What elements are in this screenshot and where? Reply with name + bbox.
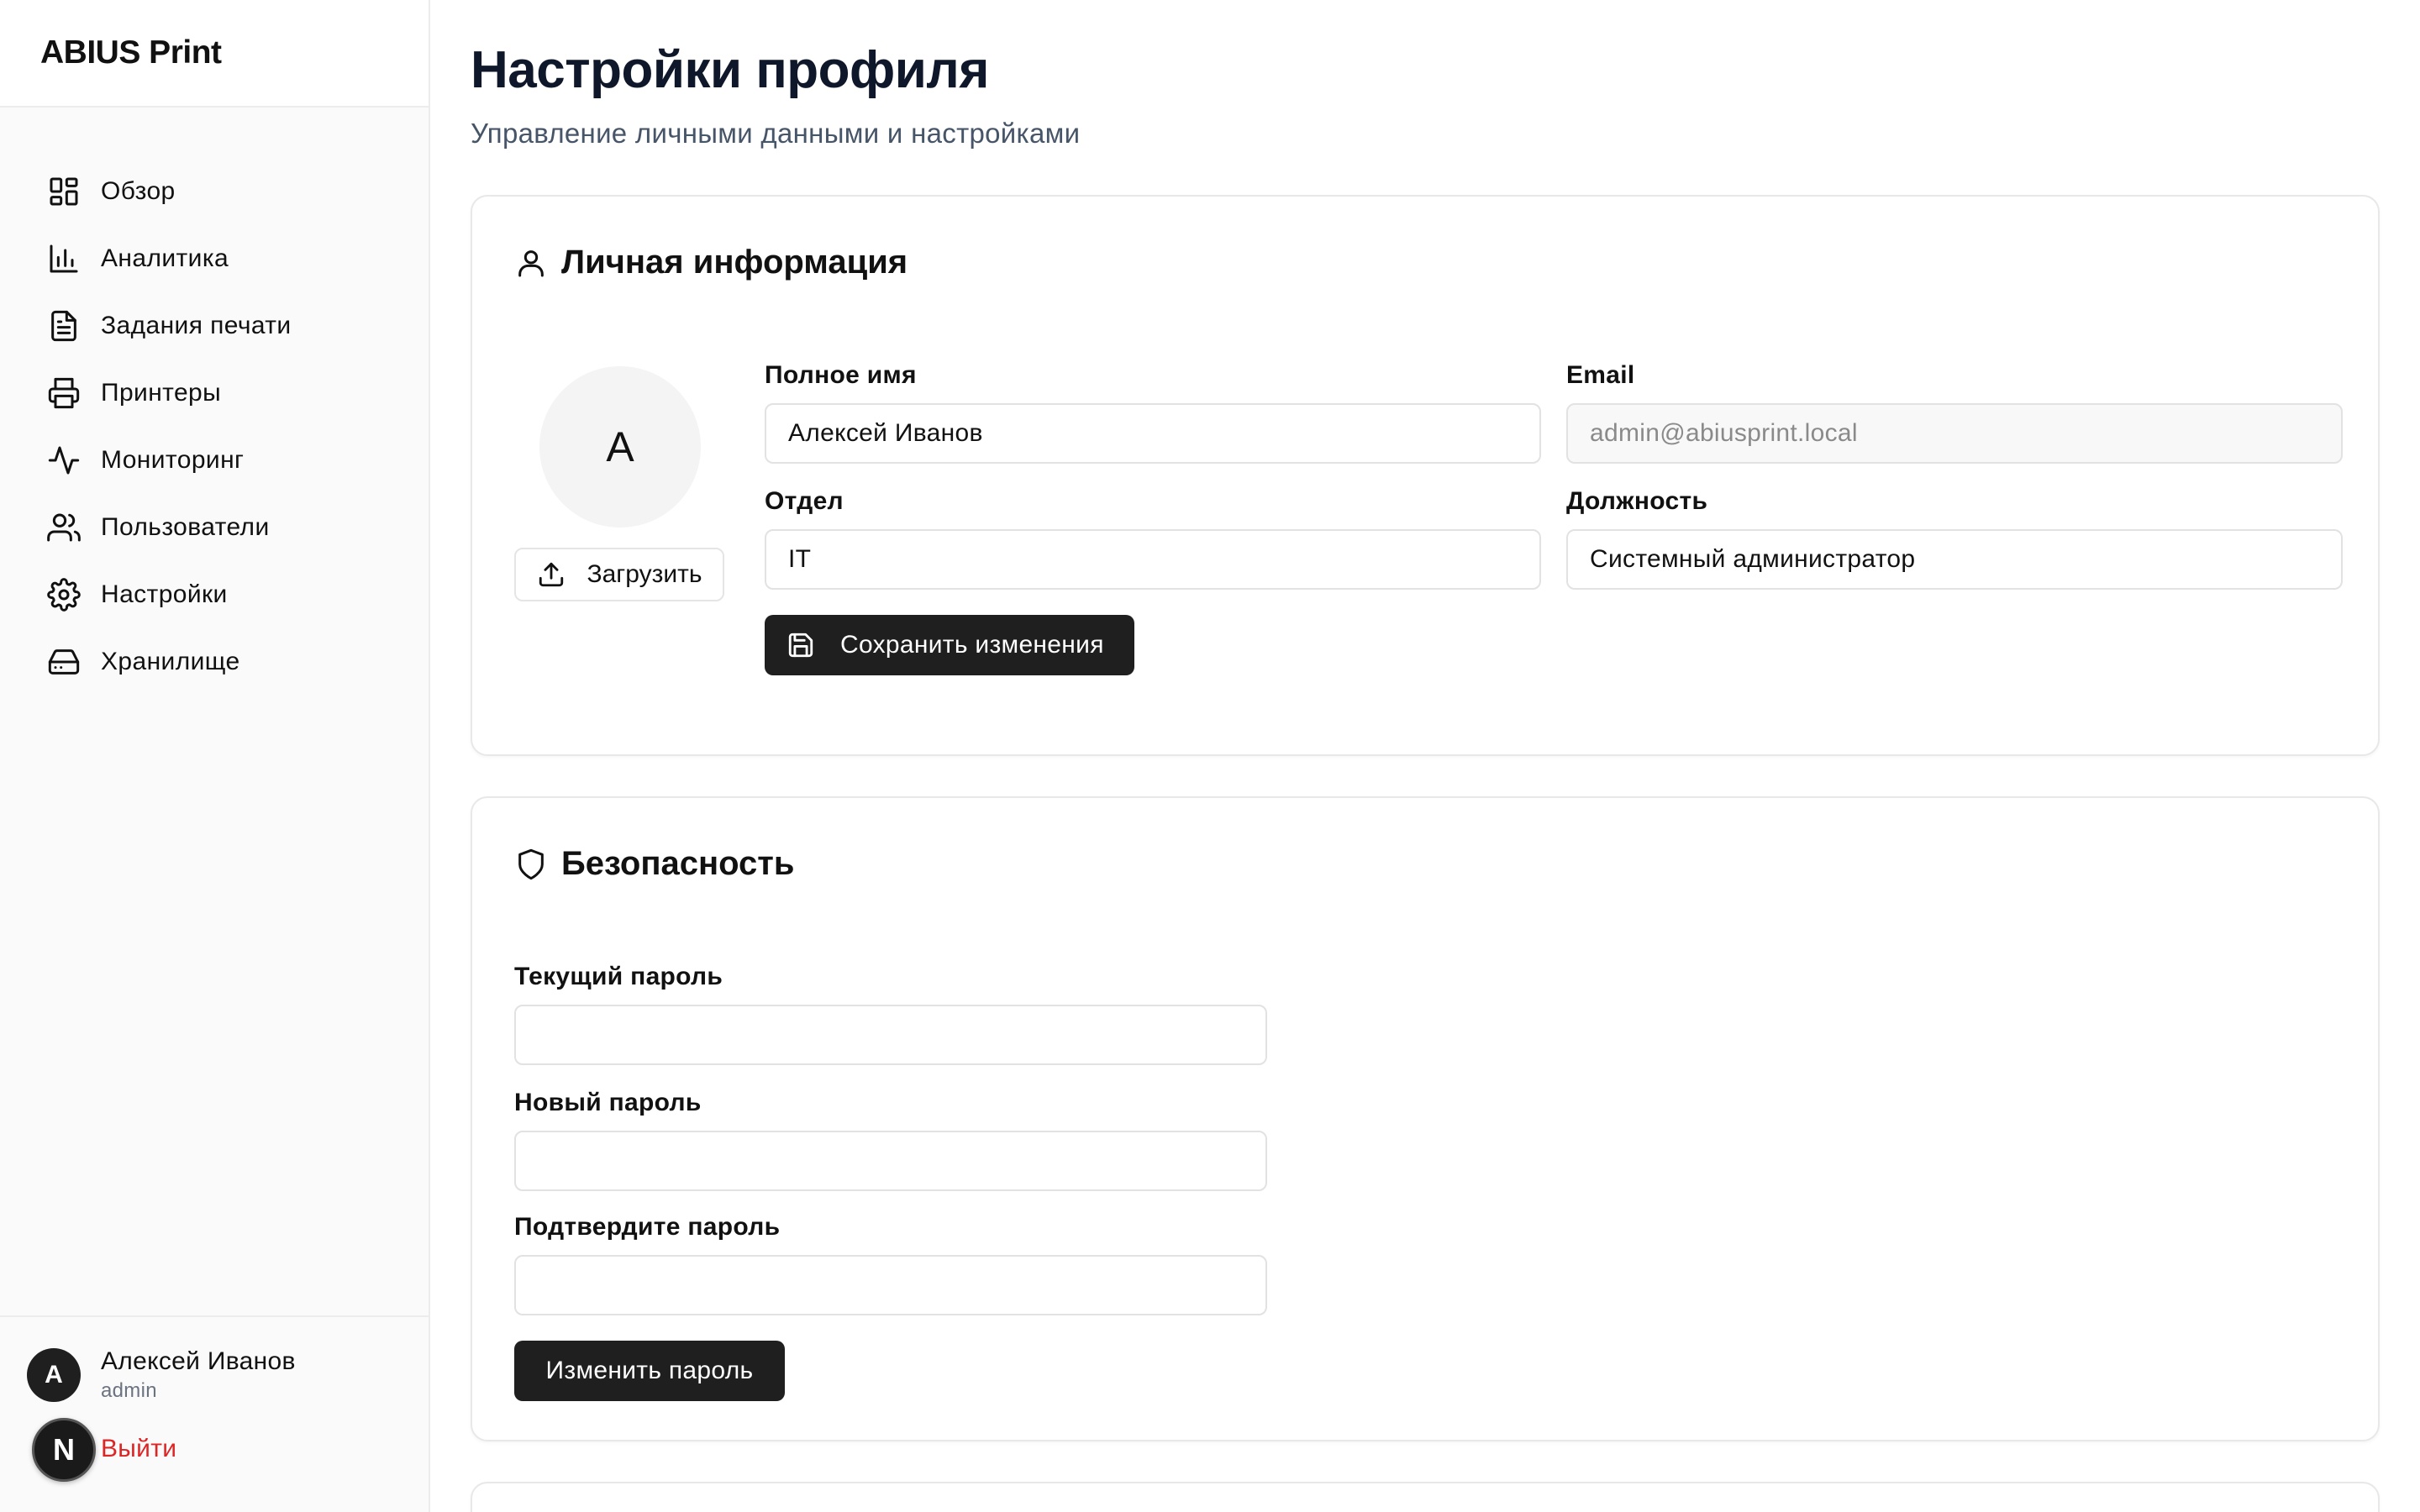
department-input[interactable] <box>765 529 1541 590</box>
sidebar-item-print-jobs[interactable]: Задания печати <box>47 292 429 360</box>
new-password-input[interactable] <box>514 1131 1267 1191</box>
dashboard-icon <box>47 175 81 208</box>
email-input[interactable] <box>1566 403 2343 464</box>
sidebar-nav: Обзор Аналитика Задания печати Принтеры … <box>0 108 429 696</box>
activity-icon <box>47 444 81 477</box>
sidebar-item-label: Мониторинг <box>101 446 245 474</box>
n-logo-icon[interactable]: N <box>32 1418 96 1482</box>
sidebar-footer: A Алексей Иванов admin N Выйти <box>0 1315 429 1512</box>
upload-button[interactable]: Загрузить <box>514 548 724 601</box>
sidebar-item-storage[interactable]: Хранилище <box>47 628 429 696</box>
card-header: Личная информация <box>514 244 908 281</box>
save-icon <box>788 633 813 658</box>
user-name: Алексей Иванов <box>101 1347 296 1375</box>
card-header: Безопасность <box>514 845 794 883</box>
email-label: Email <box>1566 361 1635 389</box>
save-label: Сохранить изменения <box>840 631 1104 659</box>
brand-logo[interactable]: ABIUS Print <box>40 34 222 71</box>
sidebar-item-users[interactable]: Пользователи <box>47 494 429 561</box>
card-title: Безопасность <box>561 845 795 882</box>
sidebar-item-overview[interactable]: Обзор <box>47 158 429 225</box>
users-icon <box>47 511 81 544</box>
sidebar-item-label: Хранилище <box>101 648 240 675</box>
full-name-input[interactable] <box>765 403 1541 464</box>
profile-avatar: A <box>539 366 701 528</box>
file-text-icon <box>47 309 81 343</box>
personal-info-card: Личная информация A Загрузить Полное имя… <box>471 195 2380 756</box>
sidebar-item-printers[interactable]: Принтеры <box>47 360 429 427</box>
confirm-password-label: Подтвердите пароль <box>514 1213 781 1241</box>
upload-label: Загрузить <box>587 560 702 588</box>
avatar: A <box>27 1348 81 1402</box>
sidebar-item-label: Обзор <box>101 177 176 205</box>
user-info: Алексей Иванов admin <box>101 1347 296 1403</box>
sidebar-item-monitoring[interactable]: Мониторинг <box>47 427 429 494</box>
change-password-button[interactable]: Изменить пароль <box>514 1341 785 1401</box>
sidebar: ABIUS Print Обзор Аналитика Задания печа… <box>0 0 430 1512</box>
save-changes-button[interactable]: Сохранить изменения <box>765 615 1134 675</box>
position-input[interactable] <box>1566 529 2343 590</box>
sidebar-item-label: Пользователи <box>101 513 270 541</box>
logout-link[interactable]: Выйти <box>101 1435 176 1463</box>
sidebar-item-label: Задания печати <box>101 312 292 339</box>
full-name-label: Полное имя <box>765 361 917 389</box>
new-password-label: Новый пароль <box>514 1089 702 1116</box>
sidebar-item-settings[interactable]: Настройки <box>47 561 429 628</box>
main-content: Настройки профиля Управление личными дан… <box>471 0 2380 1512</box>
department-label: Отдел <box>765 487 844 515</box>
bar-chart-icon <box>47 242 81 276</box>
sidebar-item-analytics[interactable]: Аналитика <box>47 225 429 292</box>
upload-icon <box>539 562 563 587</box>
confirm-password-input[interactable] <box>514 1255 1267 1315</box>
page-title: Настройки профиля <box>471 41 989 99</box>
hard-drive-icon <box>47 645 81 679</box>
security-card: Безопасность Текущий пароль Новый пароль… <box>471 796 2380 1441</box>
current-password-input[interactable] <box>514 1005 1267 1065</box>
current-password-label: Текущий пароль <box>514 963 723 990</box>
printer-icon <box>47 376 81 410</box>
next-card <box>471 1482 2380 1512</box>
position-label: Должность <box>1566 487 1708 515</box>
user-role: admin <box>101 1379 157 1402</box>
user-profile[interactable]: A Алексей Иванов admin <box>27 1347 296 1403</box>
gear-icon <box>47 578 81 612</box>
user-icon <box>514 246 548 280</box>
sidebar-header: ABIUS Print <box>0 0 429 108</box>
shield-icon <box>514 848 548 881</box>
sidebar-item-label: Настройки <box>101 580 228 608</box>
sidebar-item-label: Аналитика <box>101 244 229 272</box>
sidebar-item-label: Принтеры <box>101 379 222 407</box>
card-title: Личная информация <box>561 244 908 281</box>
page-subtitle: Управление личными данными и настройками <box>471 118 1081 149</box>
